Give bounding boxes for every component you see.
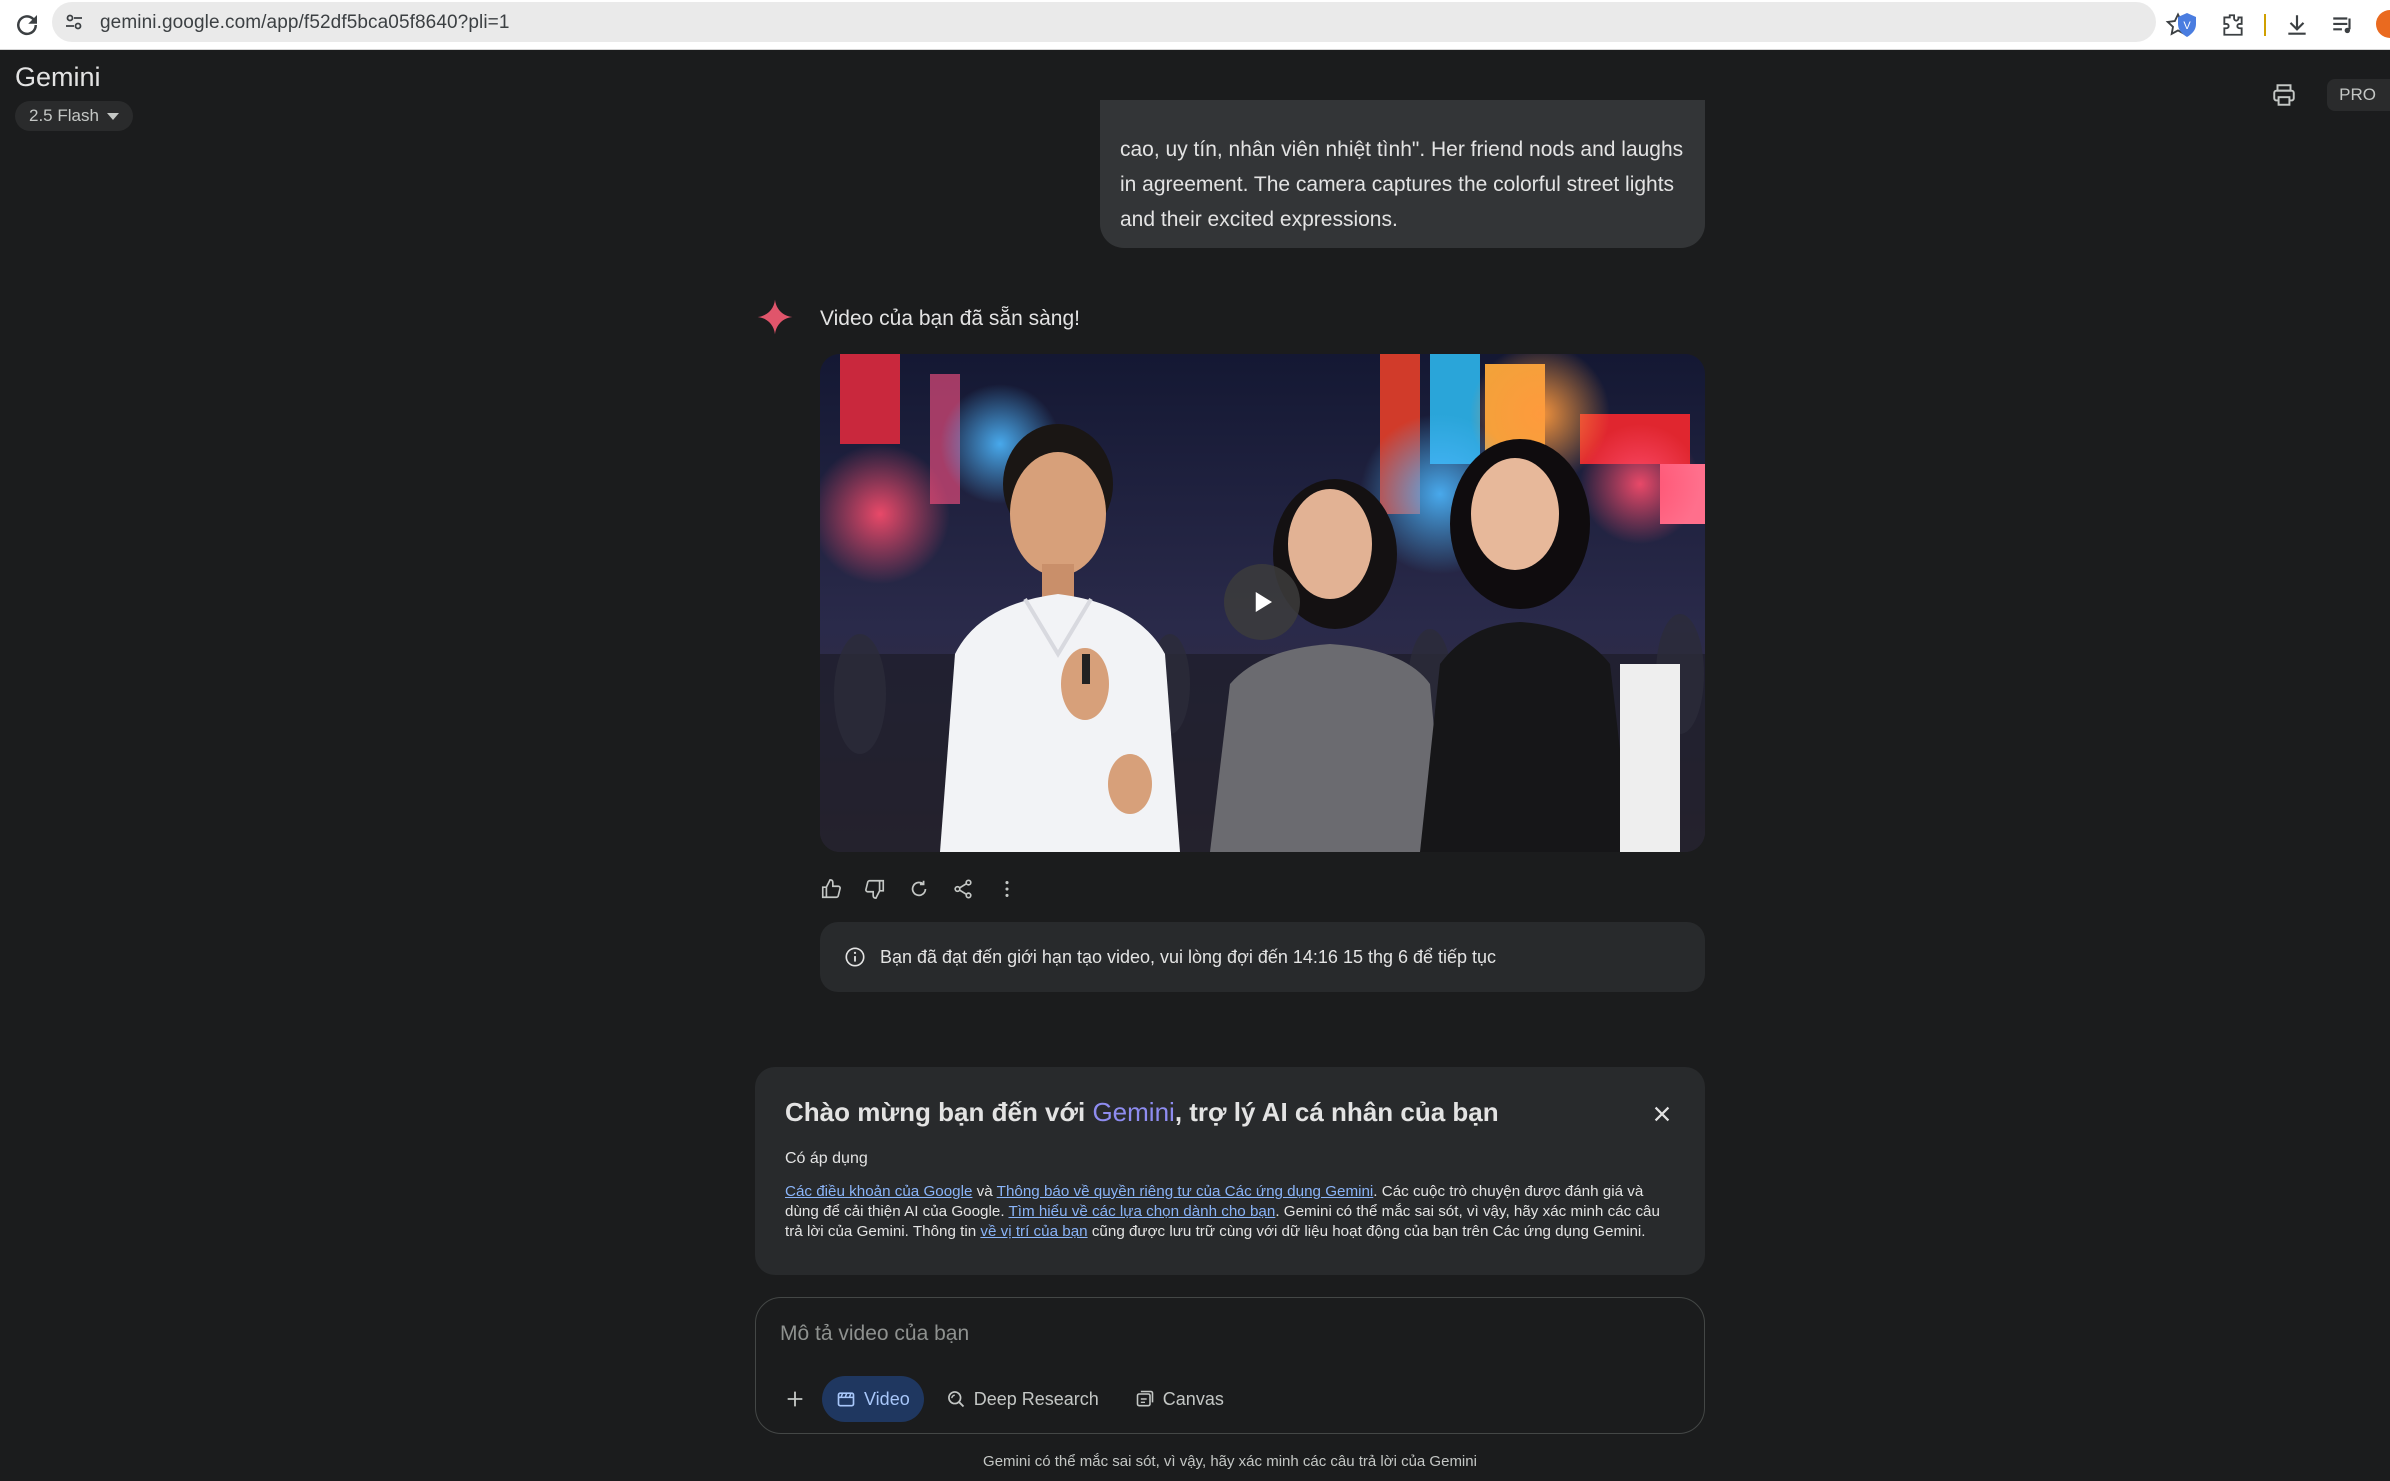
address-bar[interactable]: gemini.google.com/app/f52df5bca05f8640?p… (52, 2, 2191, 42)
limit-notice-text: Bạn đã đạt đến giới hạn tạo video, vui l… (880, 946, 1497, 967)
add-icon[interactable] (776, 1380, 814, 1418)
prompt-input[interactable] (780, 1316, 1660, 1352)
tool-row: Video Deep Research Canvas (776, 1376, 1238, 1422)
tool-canvas-label: Canvas (1162, 1388, 1224, 1409)
close-icon[interactable] (1647, 1099, 1677, 1129)
response-title: Video của bạn đã sẵn sàng! (820, 307, 1080, 330)
welcome-title: Chào mừng bạn đến với Gemini, trợ lý AI … (785, 1097, 1675, 1128)
puzzle-extension-icon[interactable] (2218, 10, 2248, 40)
play-button[interactable] (1224, 564, 1300, 640)
welcome-card: Chào mừng bạn đến với Gemini, trợ lý AI … (755, 1067, 1705, 1275)
footer-disclaimer: Gemini có thể mắc sai sót, vì vậy, hãy x… (983, 1453, 1477, 1470)
deep-research-icon (947, 1391, 964, 1408)
canvas-icon (1136, 1390, 1154, 1407)
video-icon (837, 1392, 855, 1407)
playlist-icon[interactable] (2328, 10, 2358, 40)
user-message-text: cao, uy tín, nhân viên nhiệt tình". Her … (1120, 138, 1684, 231)
header-actions: PRO (2267, 78, 2390, 112)
regenerate-icon[interactable] (906, 876, 932, 902)
chevron-down-icon (106, 112, 119, 120)
model-label: 2.5 Flash (29, 106, 99, 125)
welcome-title-suffix: , trợ lý AI cá nhân của bạn (1174, 1097, 1499, 1127)
more-vert-icon[interactable] (994, 876, 1020, 902)
gemini-spark-icon (756, 298, 794, 336)
tool-canvas[interactable]: Canvas (1121, 1376, 1238, 1422)
prompt-box: Video Deep Research Canvas (755, 1297, 1705, 1434)
welcome-title-brand: Gemini (1092, 1097, 1175, 1127)
download-icon[interactable] (2282, 10, 2312, 40)
tool-video-label: Video (864, 1388, 910, 1409)
location-link[interactable]: về vị trí của bạn (980, 1223, 1087, 1240)
thumbs-down-icon[interactable] (862, 876, 888, 902)
shield-extension-icon[interactable]: V (2172, 10, 2202, 40)
url-text: gemini.google.com/app/f52df5bca05f8640?p… (100, 12, 510, 33)
browser-toolbar: gemini.google.com/app/f52df5bca05f8640?p… (0, 0, 2390, 50)
tool-video[interactable]: Video (822, 1376, 924, 1422)
extensions-area: V (2172, 8, 2358, 42)
thumbs-up-icon[interactable] (818, 876, 844, 902)
tool-deep-research-label: Deep Research (973, 1388, 1099, 1409)
welcome-text: và (972, 1183, 997, 1200)
welcome-title-prefix: Chào mừng bạn đến với (785, 1097, 1093, 1127)
model-selector[interactable]: 2.5 Flash (15, 101, 133, 131)
choices-link[interactable]: Tìm hiểu về các lựa chọn dành cho bạn (1008, 1203, 1275, 1220)
info-icon (845, 947, 865, 967)
app-title[interactable]: Gemini (15, 62, 101, 93)
limit-notice: Bạn đã đạt đến giới hạn tạo video, vui l… (820, 922, 1705, 992)
reload-icon[interactable] (12, 10, 42, 40)
play-icon (1255, 592, 1272, 612)
divider (2264, 14, 2266, 36)
user-message: cao, uy tín, nhân viên nhiệt tình". Her … (1100, 100, 1705, 248)
terms-link[interactable]: Các điều khoản của Google (785, 1183, 972, 1200)
share-icon[interactable] (950, 876, 976, 902)
print-icon[interactable] (2267, 78, 2301, 112)
site-info-icon[interactable] (62, 10, 86, 34)
response-actions (818, 876, 1020, 902)
welcome-text: cũng được lưu trữ cùng với dữ liệu hoạt … (1087, 1223, 1646, 1240)
svg-text:V: V (2183, 20, 2191, 32)
welcome-subtitle: Có áp dụng (785, 1150, 868, 1167)
video-player[interactable] (820, 354, 1705, 852)
pro-badge[interactable]: PRO (2327, 79, 2390, 111)
welcome-body: Các điều khoản của Google và Thông báo v… (785, 1182, 1675, 1242)
tool-deep-research[interactable]: Deep Research (932, 1376, 1113, 1422)
profile-avatar[interactable] (2376, 10, 2390, 38)
privacy-link[interactable]: Thông báo về quyền riêng tư của Các ứng … (997, 1183, 1374, 1200)
